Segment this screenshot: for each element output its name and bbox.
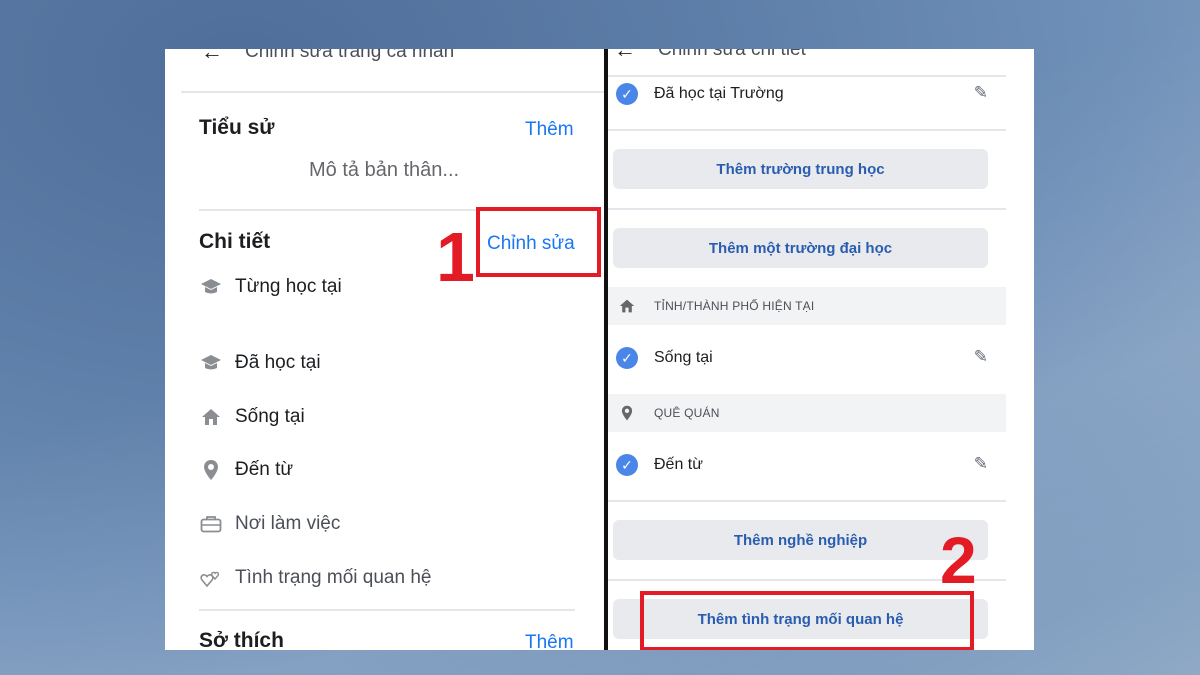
highlight-box-1 <box>476 207 601 277</box>
back-arrow-icon[interactable]: ← <box>614 49 636 63</box>
check-icon: ✓ <box>616 454 638 476</box>
home-icon <box>618 297 636 315</box>
divider <box>608 129 1006 131</box>
location-pin-icon <box>199 458 223 482</box>
check-icon: ✓ <box>616 83 638 105</box>
briefcase-icon <box>199 512 223 536</box>
pencil-edit-icon[interactable]: ✎ <box>974 83 988 103</box>
edit-details-header: ← Chỉnh sửa chi tiết <box>608 49 1034 65</box>
detail-row-studied-at[interactable]: Từng học tại <box>199 272 342 302</box>
bio-add-link[interactable]: Thêm <box>525 119 574 141</box>
home-icon <box>199 405 223 429</box>
bio-placeholder[interactable]: Mô tả bản thân... <box>309 159 459 182</box>
hobbies-add-link[interactable]: Thêm <box>525 632 574 650</box>
hobbies-title: Sở thích <box>199 629 284 650</box>
pencil-edit-icon[interactable]: ✎ <box>974 347 988 367</box>
detail-row-went-to[interactable]: Đã học tại <box>199 348 321 378</box>
hearts-icon <box>199 566 223 590</box>
back-arrow-icon[interactable]: ← <box>201 49 223 65</box>
check-icon: ✓ <box>616 347 638 369</box>
detail-row-relationship[interactable]: Tình trạng mối quan hệ <box>199 563 431 593</box>
section-hometown: QUÊ QUÁN <box>608 394 1006 432</box>
edit-profile-panel: ← Chỉnh sửa trang cá nhân Tiểu sử Thêm M… <box>165 49 604 650</box>
edit-details-panel: ← Chỉnh sửa chi tiết ✓ Đã học tại Trường… <box>608 49 1034 650</box>
add-high-school-button[interactable]: Thêm trường trung học <box>613 149 988 189</box>
divider <box>608 208 1006 210</box>
page-title: Chỉnh sửa trang cá nhân <box>245 49 455 62</box>
bio-title: Tiểu sử <box>199 116 275 139</box>
details-title: Chi tiết <box>199 230 271 253</box>
divider <box>199 609 575 611</box>
add-university-button[interactable]: Thêm một trường đại học <box>613 228 988 268</box>
row-lives-in[interactable]: ✓ Sống tại ✎ <box>608 339 1034 379</box>
page-title: Chỉnh sửa chi tiết <box>658 49 806 60</box>
graduation-cap-icon <box>199 351 223 375</box>
detail-row-workplace[interactable]: Nơi làm việc <box>199 509 340 539</box>
step-number-2: 2 <box>940 523 977 597</box>
graduation-cap-icon <box>199 275 223 299</box>
step-number-1: 1 <box>436 218 475 296</box>
divider <box>181 91 604 93</box>
highlight-box-2 <box>640 591 974 650</box>
detail-row-from[interactable]: Đến từ <box>199 455 293 485</box>
add-occupation-button[interactable]: Thêm nghề nghiệp <box>613 520 988 560</box>
section-current-city: TỈNH/THÀNH PHỐ HIỆN TẠI <box>608 287 1006 325</box>
edit-profile-header: ← Chỉnh sửa trang cá nhân <box>165 49 604 67</box>
detail-row-lives-in[interactable]: Sống tại <box>199 402 305 432</box>
location-pin-icon <box>618 404 636 422</box>
row-studied-at-school[interactable]: ✓ Đã học tại Trường ✎ <box>608 75 1034 115</box>
divider <box>608 500 1006 502</box>
row-from[interactable]: ✓ Đến từ ✎ <box>608 446 1034 486</box>
pencil-edit-icon[interactable]: ✎ <box>974 454 988 474</box>
